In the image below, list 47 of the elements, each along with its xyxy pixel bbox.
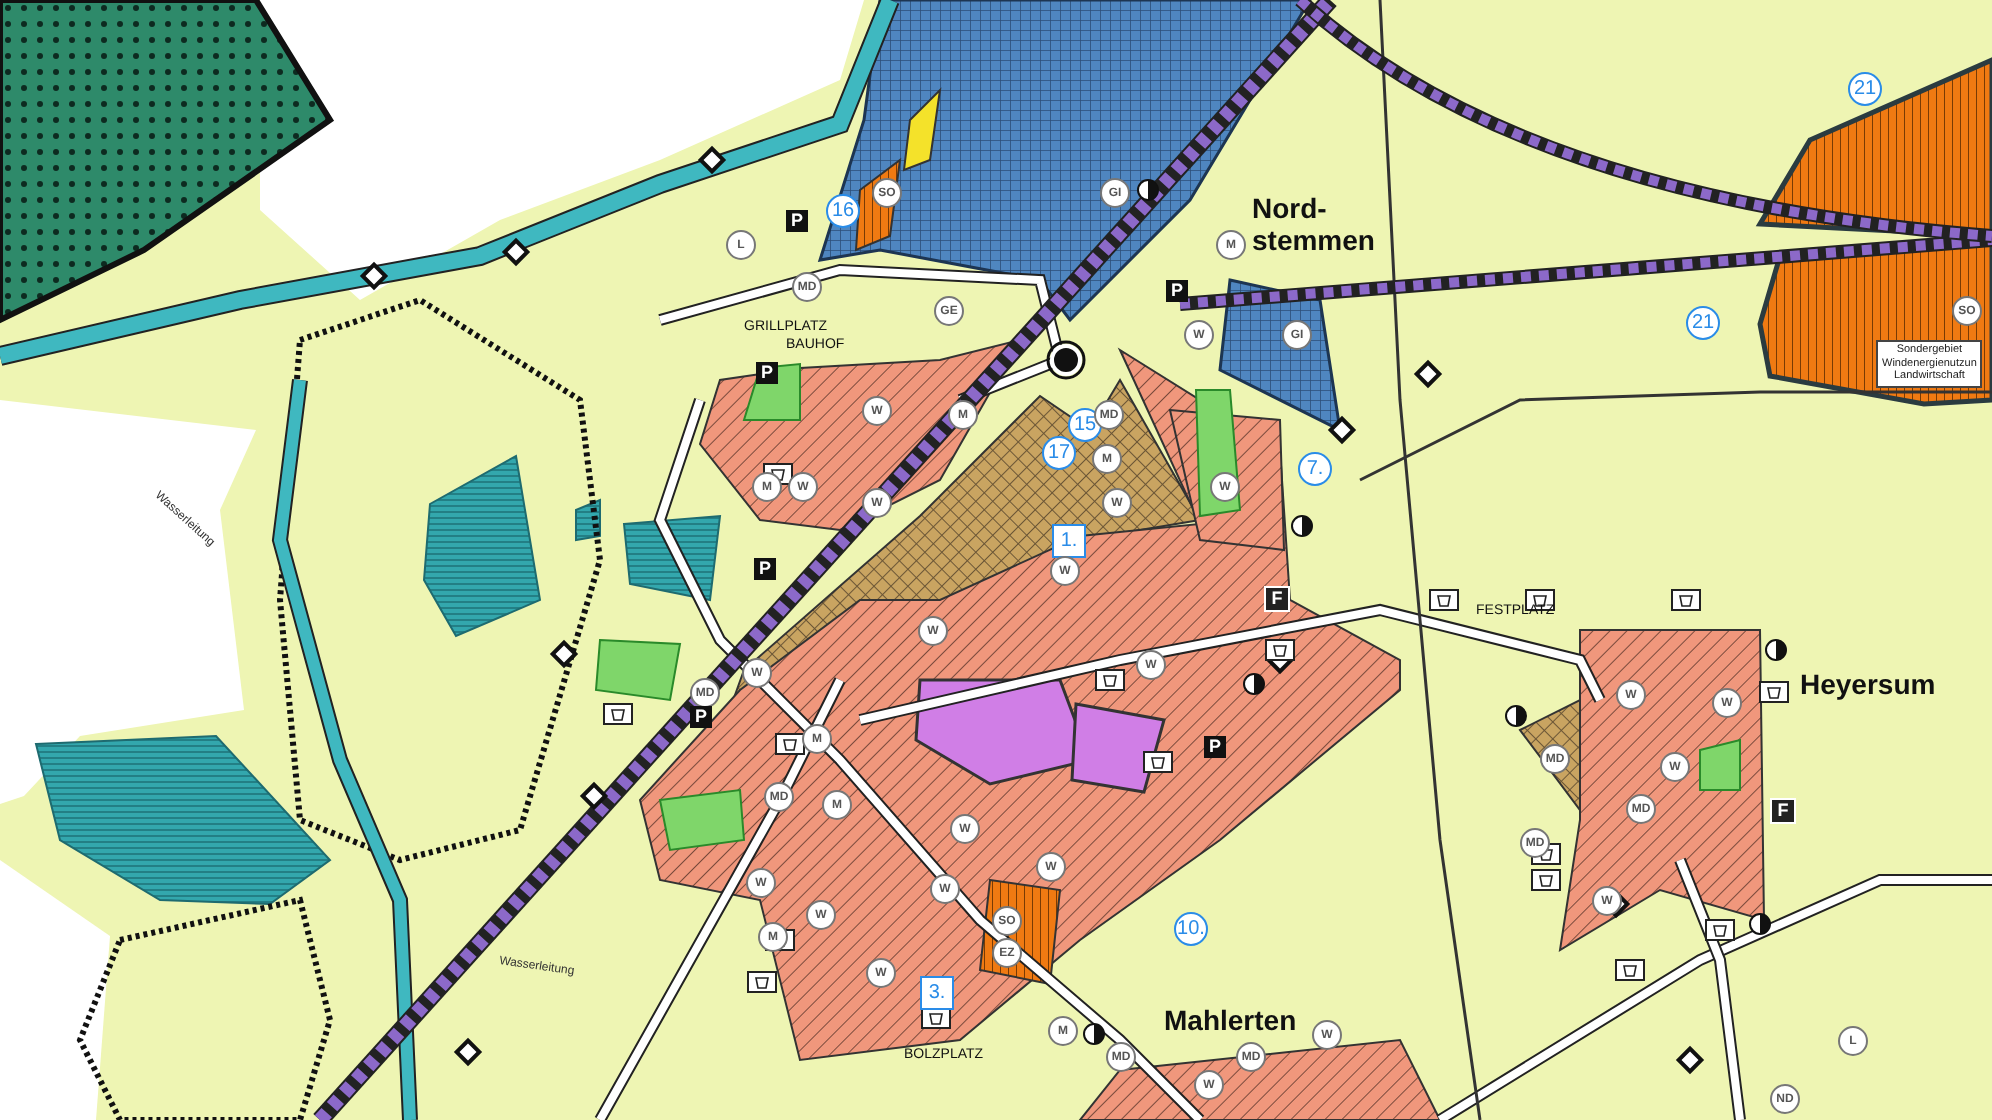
- symbol-sign-icon: [603, 703, 633, 725]
- symbol-sign-icon: [1429, 589, 1459, 611]
- half-circle-icon: [1291, 515, 1313, 537]
- meadow-area: [594, 638, 682, 702]
- parking-sign: P: [754, 558, 776, 580]
- meadow-area: [1194, 389, 1242, 518]
- diamond-icon: [359, 261, 389, 291]
- half-circle-icon: [1765, 639, 1787, 661]
- symbol-sign-icon: [1143, 751, 1173, 773]
- parking-sign: P: [786, 210, 808, 232]
- change-number: 1.: [1052, 524, 1086, 558]
- diamond-icon: [501, 237, 531, 267]
- change-number: 3.: [920, 976, 954, 1010]
- change-number: 7.: [1298, 452, 1332, 486]
- meadow-area: [1699, 738, 1741, 791]
- half-circle-icon: [1749, 913, 1771, 935]
- meadow-area: [658, 788, 746, 852]
- symbol-sign-icon: [921, 1007, 951, 1029]
- symbol-sign-icon: [1265, 639, 1295, 661]
- fire-sign: F: [1264, 586, 1290, 612]
- place-name: Heyersum: [1800, 668, 1936, 700]
- half-circle-icon: [1505, 705, 1527, 727]
- ring-icon: [1046, 340, 1086, 380]
- change-number: 10.: [1174, 912, 1208, 946]
- diamond-icon: [549, 639, 579, 669]
- half-circle-icon: [1083, 1023, 1105, 1045]
- symbol-sign-icon: [1759, 681, 1789, 703]
- lake: [622, 514, 722, 602]
- symbol-sign-icon: [1705, 919, 1735, 941]
- diamond-icon: [579, 781, 609, 811]
- change-number: 16: [826, 194, 860, 228]
- place-name: Nord- stemmen: [1252, 192, 1375, 256]
- parking-sign: P: [690, 706, 712, 728]
- symbol-sign-icon: [1095, 669, 1125, 691]
- change-number: 21: [1848, 72, 1882, 106]
- symbol-sign-icon: [1531, 869, 1561, 891]
- change-number: 21: [1686, 306, 1720, 340]
- place-name: Mahlerten: [1164, 1004, 1297, 1036]
- symbol-sign-icon: [1615, 959, 1645, 981]
- parking-sign: P: [1166, 280, 1188, 302]
- diamond-icon: [697, 145, 727, 175]
- symbol-sign-icon: [1671, 589, 1701, 611]
- parking-sign: P: [1204, 736, 1226, 758]
- parking-sign: P: [756, 362, 778, 384]
- symbol-sign-icon: [775, 733, 805, 755]
- symbol-sign-icon: [747, 971, 777, 993]
- fire-sign: F: [1770, 798, 1796, 824]
